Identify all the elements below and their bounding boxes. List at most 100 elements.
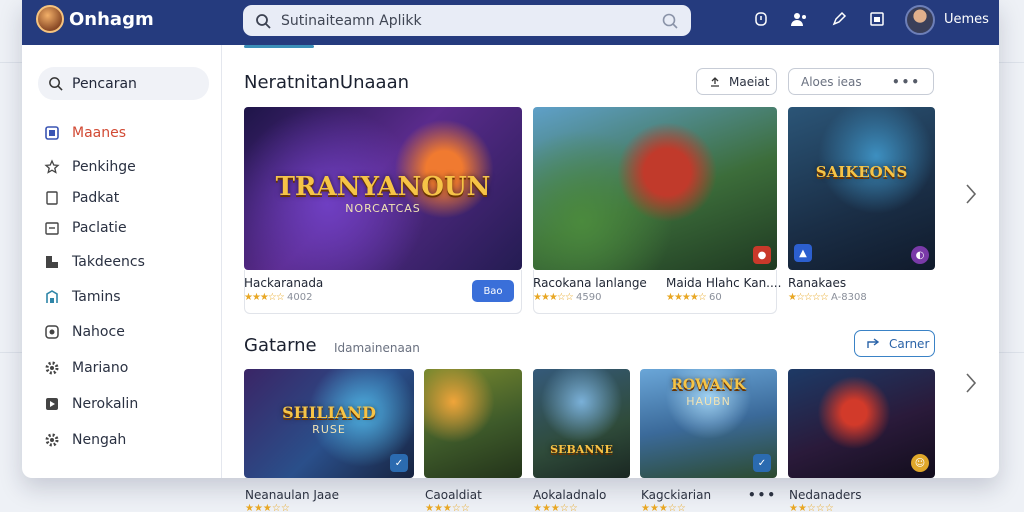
sidebar-search[interactable]: Pencaran [38, 67, 209, 100]
art-subtitle: NORCATCAS [345, 202, 421, 215]
user-name[interactable]: Uemes [944, 12, 989, 27]
active-tab-indicator [244, 45, 314, 48]
sidebar-item-paclatie[interactable]: Paclatie [44, 220, 127, 236]
sidebar-item-takdeencs[interactable]: Takdeencs [44, 254, 145, 270]
filter-placeholder: Aloes ieas [801, 74, 862, 89]
art-title: SAIKEONS [815, 163, 908, 181]
sidebar-item-label: Padkat [72, 190, 120, 206]
badge-icon: ▲ [794, 244, 812, 262]
game-artwork: SEBANNE [533, 369, 630, 478]
rating-value: 60 [709, 292, 722, 303]
document-icon [44, 190, 60, 206]
grid-icon [44, 254, 60, 270]
sidebar-item-label: Penkihge [72, 159, 136, 175]
search-icon [49, 77, 63, 91]
sidebar-item-nerokalin[interactable]: Nerokalin [44, 396, 138, 412]
logo-mark-icon [36, 5, 64, 33]
sidebar-item-mariano[interactable]: Mariano [44, 360, 128, 376]
building-icon [44, 289, 60, 305]
art-subtitle: HAUBN [686, 395, 731, 408]
users-icon[interactable] [790, 10, 808, 28]
featured-action-button[interactable]: Maeiat [696, 68, 777, 95]
card-name: Kagckiarian [641, 488, 712, 502]
open-label: Bao [483, 285, 503, 297]
search-icon [256, 13, 271, 29]
main-content: NeratnitanUnaaan Maeiat Aloes ieas ••• T… [222, 45, 999, 478]
badge-icon: ✓ [390, 454, 408, 472]
filter-dropdown[interactable]: Aloes ieas ••• [788, 68, 934, 95]
games-action-button[interactable]: Carner [854, 330, 935, 357]
gamepad-icon [44, 125, 60, 141]
sidebar-item-tamins[interactable]: Tamins [44, 289, 121, 305]
rating-stars: ★★★☆☆ [425, 503, 470, 512]
rating-stars: ★★☆☆☆ [789, 503, 834, 512]
card-rating: ★☆☆☆☆ A-8308 [788, 292, 867, 303]
card-name: Neanaulan Jaae [245, 488, 340, 502]
edit-icon[interactable] [830, 10, 848, 28]
sidebar-item-label: Tamins [72, 289, 121, 305]
featured-action-label: Maeiat [729, 74, 770, 89]
sidebar-search-label: Pencaran [72, 75, 137, 92]
search-bar[interactable] [243, 5, 691, 36]
app-logo[interactable]: Onhagm [36, 5, 154, 33]
card-rating: ★★★☆☆ 4002 [244, 292, 313, 303]
card-name: Nedanaders [789, 488, 862, 502]
games-title: Gatarne [244, 335, 317, 356]
more-icon[interactable]: ••• [892, 75, 921, 89]
badge-icon: ☺ [911, 454, 929, 472]
sidebar-item-games[interactable]: Maanes [44, 125, 126, 141]
sidebar-item-nengah[interactable]: Nengah [44, 432, 126, 448]
bell-icon[interactable] [752, 10, 770, 28]
app-window: Onhagm Uemes Pencaran Maanes [22, 0, 999, 478]
chevron-right-icon[interactable] [964, 183, 978, 205]
star-icon [44, 159, 60, 175]
game-artwork: SHILIAND RUSE ✓ [244, 369, 414, 478]
art-title: SEBANNE [550, 443, 613, 456]
image-icon[interactable] [868, 10, 886, 28]
sidebar-item-penkihge[interactable]: Penkihge [44, 159, 136, 175]
rating-value: A-8308 [831, 292, 867, 303]
art-title: ROWANK [671, 377, 746, 393]
more-icon[interactable]: ••• [748, 488, 777, 502]
card-name: Racokana lanlange [533, 276, 647, 290]
top-bar: Onhagm Uemes [22, 0, 999, 45]
sidebar-item-label: Paclatie [72, 220, 127, 236]
sidebar-item-nahoce[interactable]: Nahoce [44, 324, 125, 340]
game-artwork: TRANYANOUN NORCATCAS [244, 107, 522, 270]
art-title: SHILIAND [282, 403, 376, 422]
card-name: Hackaranada [244, 276, 324, 290]
rating-value: 4002 [287, 292, 313, 303]
sidebar-item-label: Nengah [72, 432, 127, 448]
avatar[interactable] [905, 5, 935, 35]
sidebar-item-padkat[interactable]: Padkat [44, 190, 119, 206]
badge-icon: ◐ [911, 246, 929, 264]
app-name: Onhagm [69, 8, 154, 30]
card-rating: ★★★★☆ 60 [666, 292, 722, 303]
game-artwork: SAIKEONS ▲ ◐ [788, 107, 935, 270]
open-button[interactable]: Bao [472, 280, 514, 302]
share-icon [867, 337, 880, 348]
upload-icon [711, 76, 719, 87]
badge-icon: ✓ [753, 454, 771, 472]
sidebar-item-label: Takdeencs [72, 254, 145, 270]
rating-stars: ★★★☆☆ [245, 503, 290, 512]
sidebar: Pencaran Maanes Penkihge Padkat Paclatie… [22, 45, 222, 478]
search-input[interactable] [281, 12, 661, 29]
card-name: Aokaladnalo [533, 488, 607, 502]
featured-title: NeratnitanUnaaan [244, 72, 410, 93]
shield-icon [44, 324, 60, 340]
game-artwork [424, 369, 522, 478]
sidebar-item-label: Nahoce [72, 324, 125, 340]
chevron-right-icon[interactable] [964, 372, 978, 394]
rating-value: 4590 [576, 292, 602, 303]
rating-stars: ★★★☆☆ [641, 503, 686, 512]
card-name: Ranakaes [788, 276, 847, 290]
search-submit-icon[interactable] [661, 12, 679, 30]
art-subtitle: RUSE [312, 423, 346, 436]
settings-icon [44, 360, 60, 376]
card-rating: ★★★☆☆ 4590 [533, 292, 602, 303]
sidebar-item-label: Maanes [72, 125, 127, 141]
game-artwork: ☺ [788, 369, 935, 478]
badge-icon: ● [753, 246, 771, 264]
game-artwork: ● [533, 107, 777, 270]
